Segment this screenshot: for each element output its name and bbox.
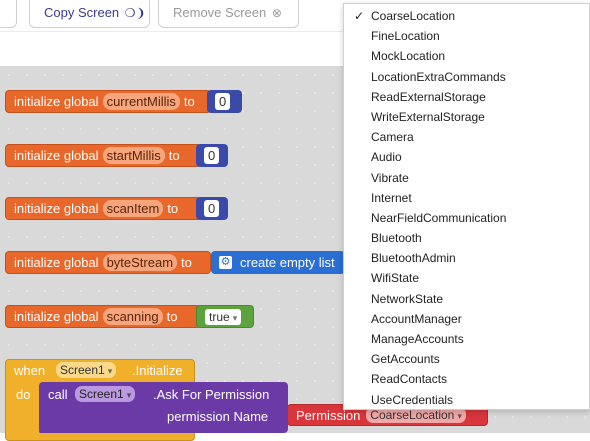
menu-item[interactable]: LocationExtraCommands (344, 67, 589, 87)
menu-item[interactable]: NetworkState (344, 289, 589, 309)
to-label: to (168, 148, 180, 163)
variable-name[interactable]: scanning (102, 308, 163, 325)
menu-item[interactable]: AccountManager (344, 309, 589, 329)
create-empty-list-label: create empty list (240, 255, 335, 270)
component-dropdown[interactable]: Screen1 ▾ (75, 386, 136, 402)
init-global-label: initialize global (14, 255, 99, 270)
menu-item[interactable]: GetAccounts (344, 349, 589, 369)
permission-dropdown-menu[interactable]: ✓ CoarseLocation FineLocation MockLocatio… (343, 3, 590, 410)
init-global-label: initialize global (14, 94, 99, 109)
boolean-block[interactable]: true ▾ (196, 305, 254, 328)
menu-item[interactable]: MockLocation (344, 46, 589, 66)
menu-item[interactable]: FineLocation (344, 26, 589, 46)
init-global-label: initialize global (14, 148, 99, 163)
variable-name[interactable]: currentMillis (102, 93, 180, 110)
copy-icon: ❍❩ (124, 6, 146, 20)
menu-item[interactable]: Vibrate (344, 168, 589, 188)
number-block[interactable]: 0 (196, 144, 228, 167)
menu-item[interactable]: ReadContacts (344, 369, 589, 389)
menu-item[interactable]: WriteExternalStorage (344, 107, 589, 127)
init-global-block[interactable]: initialize global byteStream to (5, 251, 211, 274)
menu-item[interactable]: ManageAccounts (344, 329, 589, 349)
number-value[interactable]: 0 (204, 200, 220, 217)
to-label: to (166, 309, 178, 324)
remove-screen-button[interactable]: Remove Screen ⊗ (158, 0, 299, 28)
init-global-block[interactable]: initialize global startMillis to (5, 144, 201, 167)
gear-icon[interactable]: ⚙ (219, 256, 232, 269)
number-block[interactable]: 0 (196, 197, 228, 220)
init-global-block[interactable]: initialize global scanning to (5, 305, 201, 328)
when-label: when (14, 363, 46, 378)
initialize-event-label: .Initialize (132, 363, 183, 378)
to-label: to (181, 255, 192, 270)
variable-name[interactable]: startMillis (102, 147, 165, 164)
boolean-value[interactable]: true ▾ (205, 308, 242, 325)
copy-screen-button[interactable]: Copy Screen ❍❩ (29, 0, 150, 28)
number-value[interactable]: 0 (215, 93, 231, 110)
menu-item[interactable]: Internet (344, 188, 589, 208)
to-label: to (167, 201, 179, 216)
remove-icon: ⊗ (271, 6, 282, 20)
menu-item[interactable]: WifiState (344, 268, 589, 288)
variable-name[interactable]: byteStream (102, 254, 178, 271)
init-global-block[interactable]: initialize global currentMillis to (5, 90, 211, 113)
create-empty-list-block[interactable]: ⚙ create empty list (211, 251, 345, 274)
menu-item[interactable]: BluetoothAdmin (344, 248, 589, 268)
menu-item[interactable]: NearFieldCommunication (344, 208, 589, 228)
number-block[interactable]: 0 (207, 90, 242, 113)
menu-item[interactable]: Camera (344, 127, 589, 147)
ask-method-label: .Ask For Permission (153, 387, 270, 402)
init-global-label: initialize global (14, 309, 99, 324)
ask-for-permission-block[interactable]: call Screen1 ▾ .Ask For Permission permis… (39, 382, 288, 433)
to-label: to (183, 94, 195, 109)
variable-name[interactable]: scanItem (102, 200, 164, 217)
menu-item[interactable]: ReadExternalStorage (344, 87, 589, 107)
menu-item[interactable]: Bluetooth (344, 228, 589, 248)
init-global-block[interactable]: initialize global scanItem to (5, 197, 201, 220)
menu-item[interactable]: ✓ CoarseLocation (344, 6, 589, 26)
remove-screen-label: Remove Screen (173, 5, 267, 20)
checkmark-icon: ✓ (354, 9, 365, 23)
screen-dropdown[interactable]: Screen1 ▾ (56, 362, 117, 378)
partial-button[interactable] (0, 0, 17, 28)
do-label: do (16, 387, 31, 402)
menu-item[interactable]: UseCredentials (344, 390, 589, 410)
copy-screen-label: Copy Screen (44, 5, 120, 20)
number-value[interactable]: 0 (204, 147, 220, 164)
permission-name-label: permission Name (167, 409, 269, 424)
menu-item[interactable]: Audio (344, 147, 589, 167)
init-global-label: initialize global (14, 201, 99, 216)
call-label: call (48, 387, 68, 402)
